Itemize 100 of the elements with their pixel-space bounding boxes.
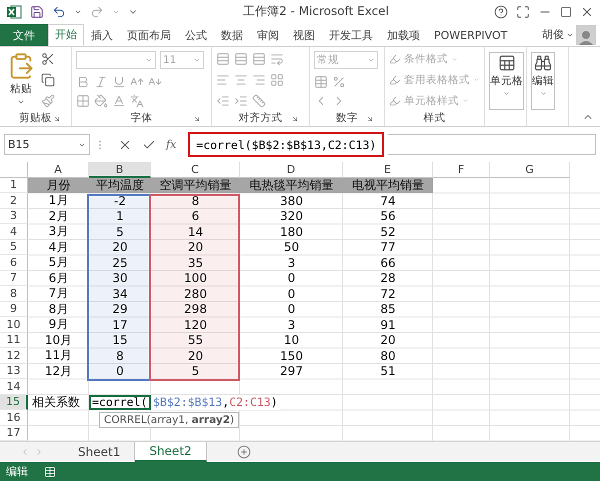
cell-input-field[interactable]: =correl( $B$2:$B$13,C2:C13) <box>89 394 280 410</box>
user-name[interactable]: 胡俊 <box>542 27 564 42</box>
table-cell: 20 <box>151 348 240 364</box>
dialog-launcher-icon[interactable] <box>366 115 374 124</box>
binoculars-icon[interactable] <box>534 54 552 72</box>
undo-icon[interactable] <box>52 4 66 19</box>
dialog-launcher-icon[interactable] <box>291 115 299 124</box>
row-header[interactable]: 12 <box>0 348 28 364</box>
save-icon[interactable] <box>30 4 44 19</box>
column-header[interactable]: G <box>490 162 570 178</box>
table-cell-text: 77 <box>379 240 397 256</box>
phonetic-icon[interactable] <box>130 94 144 108</box>
table-cell: 29 <box>89 302 151 318</box>
ribbon-display-icon[interactable] <box>516 4 530 19</box>
row-header[interactable]: 17 <box>0 426 28 442</box>
table-cell-text: 3 <box>286 255 296 271</box>
underline-icon[interactable] <box>112 74 126 89</box>
table-cell-text: 52 <box>379 224 397 240</box>
name-box[interactable]: B15 <box>4 134 90 156</box>
table-cell-text: 180 <box>279 224 304 240</box>
row-header[interactable]: 1 <box>0 178 28 194</box>
row-header[interactable]: 3 <box>0 208 28 224</box>
file-tab[interactable]: 文件 <box>0 24 48 46</box>
cut-icon[interactable] <box>41 52 55 66</box>
ribbon-tab[interactable]: 审阅 <box>250 24 286 46</box>
table-cell-text: 51 <box>379 364 397 380</box>
ribbon-tab[interactable]: 页面布局 <box>120 24 178 46</box>
table-cell-text: 0 <box>286 286 296 302</box>
dialog-launcher-icon[interactable] <box>53 115 61 124</box>
formula-field[interactable]: =correl($B$2:$B$13,C2:C13) <box>188 132 384 158</box>
window-title: 工作簿2 - Microsoft Excel <box>242 3 390 20</box>
ribbon-tab[interactable]: 公式 <box>178 24 214 46</box>
table-cell-text: 11月 <box>44 348 74 364</box>
ribbon-tab[interactable]: 开始 <box>48 24 84 46</box>
table-cell: 8 <box>151 193 240 209</box>
cells-icon[interactable] <box>498 54 516 72</box>
percent-icon[interactable] <box>332 74 346 89</box>
table-cell: 100 <box>151 270 240 286</box>
redo-icon[interactable] <box>90 4 104 19</box>
table-cell: 0 <box>89 364 151 380</box>
style-icon[interactable] <box>389 94 401 107</box>
row-header[interactable]: 2 <box>0 193 28 209</box>
ribbon-tab[interactable]: 加载项 <box>380 24 427 46</box>
header-cell: 平均温度 <box>89 178 151 194</box>
row-header[interactable]: 4 <box>0 224 28 240</box>
column-header[interactable]: F <box>433 162 490 178</box>
table-cell: 5 <box>89 224 151 240</box>
column-header[interactable]: C <box>151 162 240 178</box>
avatar-icon[interactable] <box>576 24 596 45</box>
row-header[interactable]: 16 <box>0 410 28 426</box>
table-cell: 5 <box>151 364 240 380</box>
row-header[interactable]: 10 <box>0 317 28 333</box>
cells-button[interactable]: 单元格 <box>489 52 524 110</box>
row-header[interactable]: 15 <box>0 394 28 410</box>
insert-function-button[interactable]: fx <box>166 138 176 152</box>
editing-button[interactable]: 编辑 <box>531 52 555 110</box>
borders-icon[interactable] <box>76 94 90 108</box>
help-icon[interactable] <box>494 4 508 19</box>
add-sheet-icon[interactable] <box>236 445 251 460</box>
excel-logo-icon[interactable] <box>6 4 22 20</box>
column-header[interactable]: D <box>240 162 343 178</box>
paste-button[interactable]: 粘贴 <box>4 50 38 110</box>
ribbon-tab[interactable]: 插入 <box>84 24 120 46</box>
row-header[interactable]: 8 <box>0 286 28 302</box>
font-size-value: 11 <box>163 54 176 66</box>
row-header[interactable]: 13 <box>0 364 28 380</box>
bold-icon[interactable] <box>76 74 90 89</box>
table-cell-text: 74 <box>379 193 397 209</box>
header-cell: 电热毯平均销量 <box>240 178 343 194</box>
row-header[interactable]: 11 <box>0 332 28 348</box>
maximize-icon[interactable] <box>560 6 572 18</box>
table-cell-text: 相关系数 <box>31 394 81 410</box>
column-header[interactable]: A <box>28 162 89 178</box>
row-header[interactable]: 9 <box>0 302 28 318</box>
table-cell-text: 3 <box>286 317 296 333</box>
column-header[interactable]: E <box>343 162 433 178</box>
copy-icon[interactable] <box>41 72 55 87</box>
dialog-launcher-icon[interactable] <box>193 115 201 124</box>
ribbon-tab[interactable]: 开发工具 <box>322 24 380 46</box>
table-cell-text: 297 <box>279 364 304 380</box>
sheet-tab[interactable]: Sheet2 <box>135 442 207 462</box>
row-header[interactable]: 5 <box>0 240 28 256</box>
column-header[interactable]: B <box>89 162 151 178</box>
italic-icon[interactable] <box>94 74 108 89</box>
font-color-icon[interactable] <box>112 94 126 108</box>
table-cell: 120 <box>151 317 240 333</box>
row-header[interactable]: 7 <box>0 270 28 286</box>
fill-color-icon[interactable] <box>94 94 108 108</box>
table-cell: 55 <box>151 332 240 348</box>
ribbon-tab[interactable]: 数据 <box>214 24 250 46</box>
row-header[interactable]: 14 <box>0 379 28 395</box>
brush-icon[interactable] <box>41 94 55 108</box>
caret-icon[interactable] <box>503 90 510 97</box>
style-icon[interactable] <box>389 74 401 86</box>
row-header[interactable]: 6 <box>0 255 28 271</box>
group-label: 字体 <box>130 111 152 126</box>
ribbon-tab[interactable]: POWERPIVOT <box>427 24 514 46</box>
caret-icon[interactable] <box>540 90 546 97</box>
table-cell-text: 150 <box>279 348 304 364</box>
ribbon-tab[interactable]: 视图 <box>286 24 322 46</box>
